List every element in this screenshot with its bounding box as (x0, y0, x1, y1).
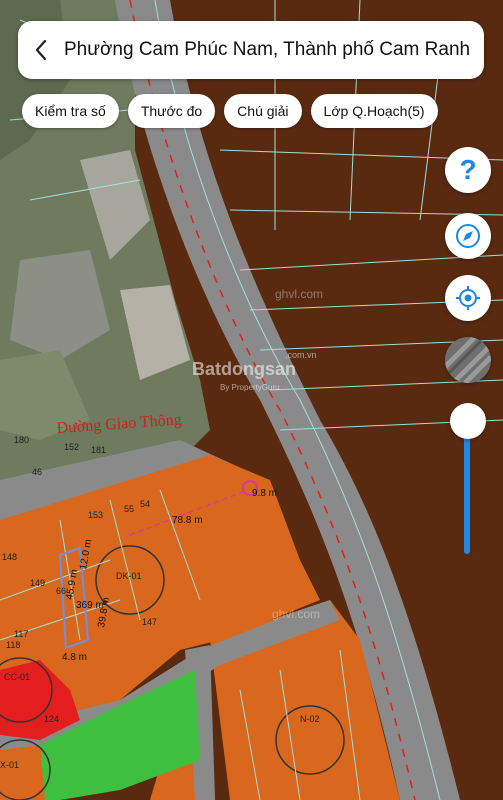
help-icon: ? (459, 154, 477, 185)
layer-thumbnail-button[interactable] (445, 337, 491, 383)
zone-code: X-01 (0, 760, 19, 770)
parcel-number: 124 (44, 714, 59, 724)
locate-icon (456, 286, 480, 310)
back-button[interactable] (18, 21, 64, 79)
parcel-number: 46 (32, 467, 42, 477)
toolbar-chips: Kiểm tra số Thước đo Chú giải Lớp Q.Hoạc… (22, 94, 438, 128)
ghost-label-1: ghvl.com (275, 287, 323, 301)
parcel-number: 54 (140, 499, 150, 509)
zone-code: N-02 (300, 714, 320, 724)
zone-code: DK-01 (116, 571, 142, 581)
area-label: 369 m² (76, 600, 108, 611)
compass-icon (456, 224, 480, 248)
parcel-number: 118 (6, 640, 20, 650)
planning-layer-button[interactable]: Lớp Q.Hoạch(5) (310, 94, 438, 128)
zoom-slider-track[interactable] (464, 436, 470, 554)
watermark-domain: .com.vn (285, 350, 317, 360)
parcel-number: 147 (142, 617, 157, 627)
parcel-number: 148 (2, 552, 17, 562)
chevron-left-icon (35, 39, 47, 61)
legend-button[interactable]: Chú giải (224, 94, 302, 128)
ghost-label-2: ghvl.com (272, 607, 320, 621)
ruler-button[interactable]: Thước đo (127, 94, 216, 128)
parcel-number: 149 (30, 578, 45, 588)
parcel-number: 117 (14, 629, 28, 639)
measurement-label: 78.8 m (172, 515, 203, 526)
parcel-number: 152 (64, 442, 79, 452)
parcel-number: 153 (88, 510, 103, 520)
parcel-number: 181 (91, 445, 106, 455)
measurement-label: 9.8 m (252, 488, 277, 499)
zoom-slider-handle[interactable] (450, 403, 486, 439)
compass-button[interactable] (445, 213, 491, 259)
zone-code: CC-01 (4, 672, 30, 682)
locate-button[interactable] (445, 275, 491, 321)
watermark-sub: By PropertyGuru (220, 383, 280, 392)
layer-thumbnail-icon (445, 337, 491, 383)
location-title: Phường Cam Phúc Nam, Thành phố Cam Ranh (64, 39, 471, 60)
check-number-button[interactable]: Kiểm tra số (22, 94, 119, 128)
help-button[interactable]: ? (445, 147, 491, 193)
location-header: Phường Cam Phúc Nam, Thành phố Cam Ranh (18, 21, 484, 79)
parcel-number: 180 (14, 435, 29, 445)
parcel-number: 55 (124, 504, 134, 514)
watermark-text: Batdongsan (192, 359, 296, 379)
measurement-label: 4.8 m (62, 652, 87, 663)
